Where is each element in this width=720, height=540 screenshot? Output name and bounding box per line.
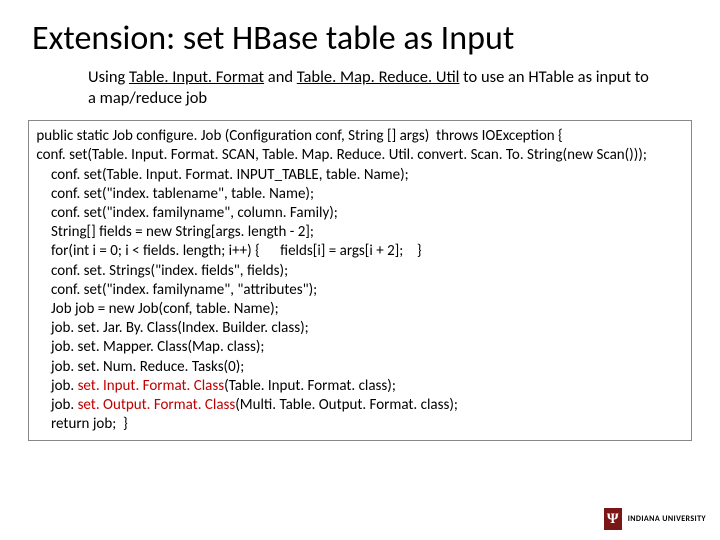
slide: Extension: set HBase table as Input Usin… xyxy=(0,0,720,540)
code-line: job. set. Mapper. Class(Map. class); xyxy=(33,338,685,357)
code-highlight: set. Input. Format. Class xyxy=(78,377,225,395)
code-text: job. xyxy=(51,396,78,414)
subtitle-text: and xyxy=(264,67,297,87)
code-line: conf. set(Table. Input. Format. INPUT_TA… xyxy=(33,166,685,185)
code-line: conf. set("index. tablename", table. Nam… xyxy=(33,185,685,204)
subtitle-underline-1: Table. Input. Format xyxy=(129,67,264,87)
code-line: conf. set("index. familyname", column. F… xyxy=(33,204,685,223)
code-line: String[] fields = new String[args. lengt… xyxy=(33,223,685,242)
code-line: job. set. Num. Reduce. Tasks(0); xyxy=(33,358,685,377)
code-line: conf. set. Strings("index. fields", fiel… xyxy=(33,262,685,281)
code-line: conf. set(Table. Input. Format. SCAN, Ta… xyxy=(33,146,685,165)
subtitle-underline-2: Table. Map. Reduce. Util xyxy=(297,67,460,87)
code-line: conf. set("index. familyname", "attribut… xyxy=(33,281,685,300)
code-text: (Table. Input. Format. class); xyxy=(224,377,396,395)
iu-trident-icon: Ψ xyxy=(604,508,622,530)
code-line: return job; } xyxy=(33,415,685,434)
university-logo: Ψ INDIANA UNIVERSITY xyxy=(604,508,706,530)
code-line: for(int i = 0; i < fields. length; i++) … xyxy=(33,242,685,261)
university-name: INDIANA UNIVERSITY xyxy=(628,514,706,524)
code-line: job. set. Input. Format. Class(Table. In… xyxy=(33,377,685,396)
code-block: public static Job configure. Job (Config… xyxy=(28,120,692,441)
code-highlight: set. Output. Format. Class xyxy=(78,396,236,414)
code-line: public static Job configure. Job (Config… xyxy=(33,127,685,146)
iu-trident-glyph: Ψ xyxy=(607,511,619,528)
code-line: job. set. Jar. By. Class(Index. Builder.… xyxy=(33,319,685,338)
slide-title: Extension: set HBase table as Input xyxy=(32,18,692,59)
slide-subtitle: Using Table. Input. Format and Table. Ma… xyxy=(88,67,652,108)
subtitle-text: Using xyxy=(88,67,129,87)
code-text: (Multi. Table. Output. Format. class); xyxy=(235,396,458,414)
code-line: job. set. Output. Format. Class(Multi. T… xyxy=(33,396,685,415)
code-line: Job job = new Job(conf, table. Name); xyxy=(33,300,685,319)
code-text: job. xyxy=(51,377,78,395)
